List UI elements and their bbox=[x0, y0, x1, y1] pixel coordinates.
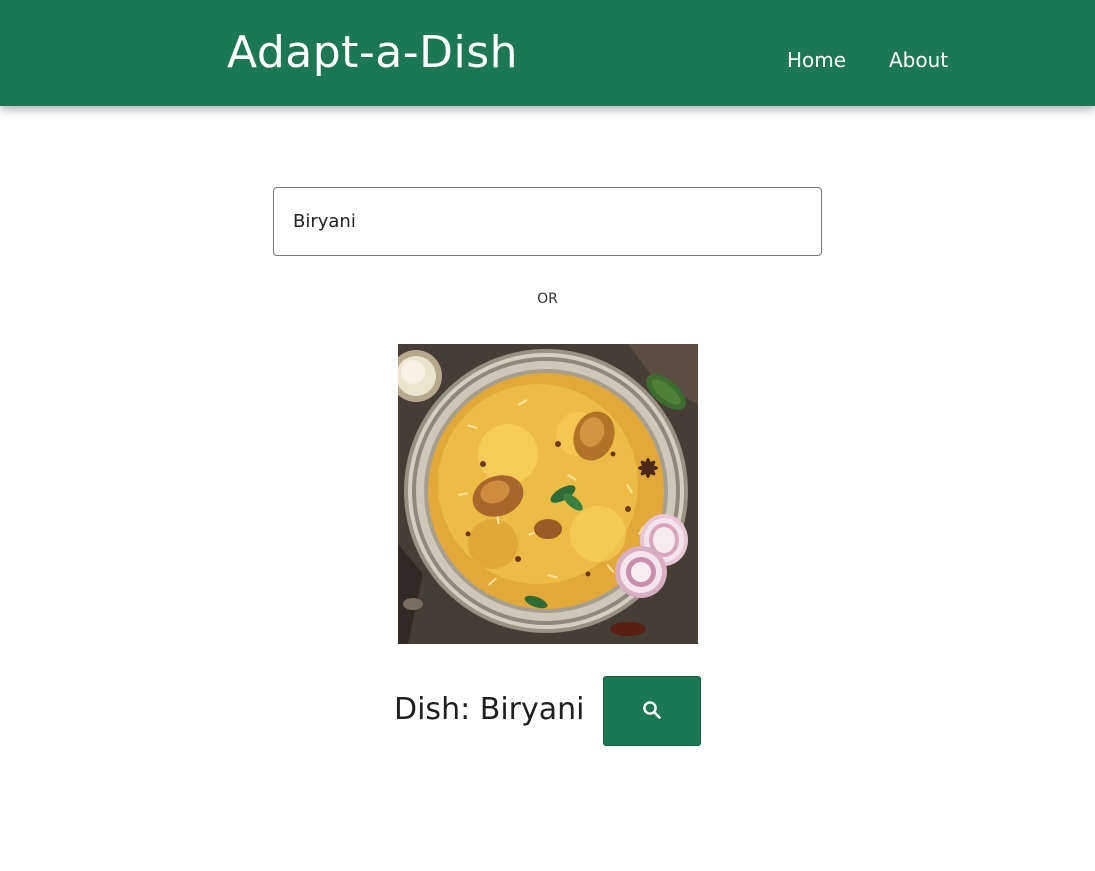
or-separator: OR bbox=[537, 291, 558, 307]
dish-image[interactable] bbox=[398, 344, 698, 644]
dish-label-prefix: Dish: bbox=[394, 692, 471, 727]
search-icon bbox=[642, 700, 662, 723]
dish-search-input[interactable] bbox=[273, 187, 822, 256]
dish-label-name: Biryani bbox=[479, 692, 585, 727]
biryani-photo bbox=[398, 344, 698, 644]
dish-label: Dish: Biryani bbox=[394, 691, 584, 729]
brand-title[interactable]: Adapt-a-Dish bbox=[227, 28, 518, 78]
nav-link-about[interactable]: About bbox=[889, 47, 948, 73]
nav-link-home[interactable]: Home bbox=[787, 47, 846, 73]
search-button[interactable] bbox=[603, 676, 701, 746]
top-navbar: Adapt-a-Dish Home About bbox=[0, 0, 1095, 106]
